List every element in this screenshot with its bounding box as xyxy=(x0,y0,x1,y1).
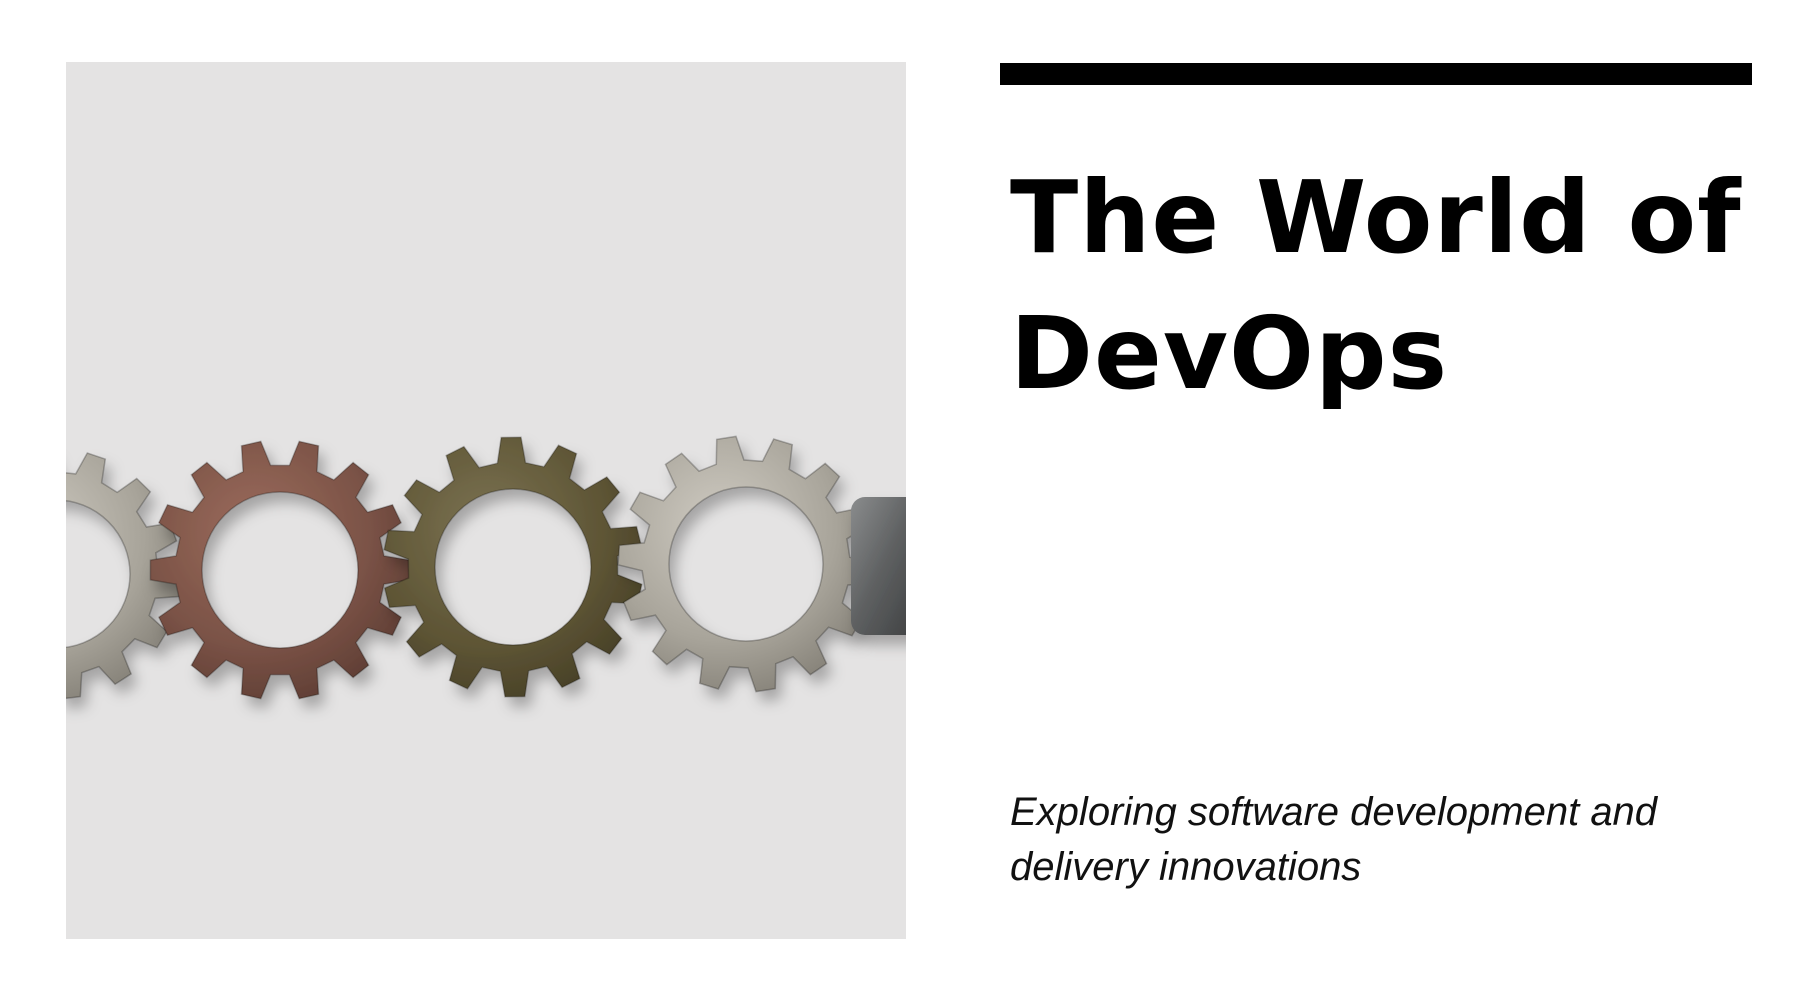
title-rule xyxy=(1000,63,1752,85)
page-subtitle: Exploring software development and deliv… xyxy=(1010,790,1658,889)
gears-image xyxy=(66,62,906,939)
metal-block xyxy=(851,497,906,635)
slide: The World of DevOps Exploring software d… xyxy=(0,0,1800,998)
gears-photo xyxy=(66,62,906,939)
photo-background xyxy=(66,62,906,939)
page-title: The World of DevOps xyxy=(1010,159,1742,412)
